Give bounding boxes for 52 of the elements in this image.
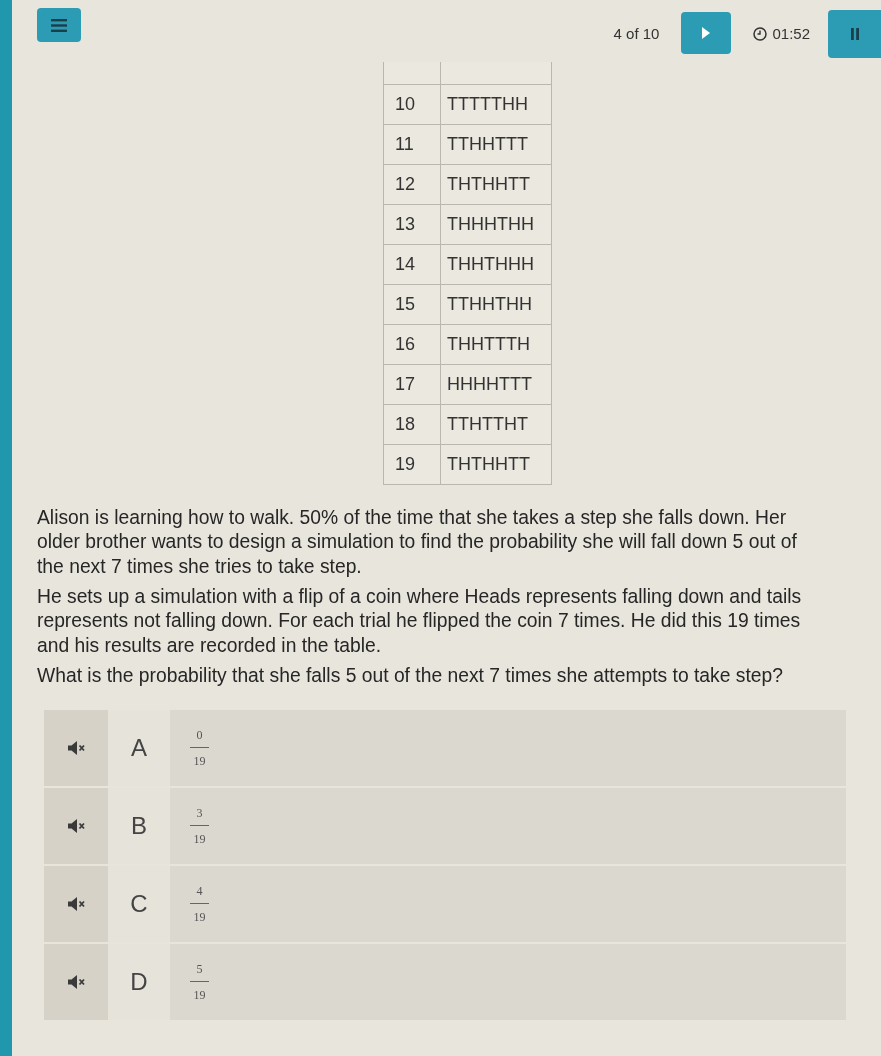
question-text: What is the probability that she falls 5 out of the next 7 times she attempts to take step? [37, 663, 784, 688]
denominator: 19 [193, 833, 206, 846]
denominator: 19 [193, 755, 206, 768]
question-counter: 4 of 10 [613, 24, 660, 44]
speaker-muted-icon [67, 819, 85, 834]
audio-button[interactable] [44, 710, 108, 787]
denominator: 19 [193, 911, 206, 924]
play-icon [702, 27, 711, 39]
clock-icon [753, 27, 768, 42]
speaker-muted-icon [67, 975, 85, 990]
table-cell: THTHHTT [440, 444, 552, 484]
table-cell: 15 [383, 284, 441, 324]
menu-icon [51, 18, 67, 32]
numerator: 0 [196, 729, 203, 742]
play-button[interactable] [681, 12, 732, 54]
answer-choice[interactable]: 5 19 [170, 944, 846, 1021]
table-cell: 17 [383, 364, 441, 404]
question-text: Alison is learning how to walk. 50% of the time that she takes a step she falls down. Her older brother wants to design a simulation to find the probability she will fall down 5 out of the next 7 times she tries to take step. [37, 505, 798, 579]
answer-choice[interactable]: 0 19 [170, 710, 846, 787]
table-cell: TTHHTTT [440, 124, 552, 164]
menu-button[interactable] [37, 8, 81, 42]
speaker-muted-icon [67, 741, 85, 756]
table-cell: HHHHTTT [440, 364, 552, 404]
numerator: 5 [196, 963, 203, 976]
table-cell: THTHHTT [440, 164, 552, 204]
audio-button[interactable] [44, 944, 108, 1021]
table-cell: 10 [383, 84, 441, 124]
numerator: 4 [196, 885, 203, 898]
table-cell: THHTHHH [440, 244, 552, 284]
table-cell: 19 [383, 444, 441, 484]
table-cell: TTHTTHT [440, 404, 552, 444]
table-cell: 18 [383, 404, 441, 444]
speaker-muted-icon [67, 897, 85, 912]
timer-text: 01:52 [772, 24, 810, 44]
table-cell: THHHTHH [440, 204, 552, 244]
table-cell: 16 [383, 324, 441, 364]
table-cell: 12 [383, 164, 441, 204]
table-cell: TTTTTHH [440, 84, 552, 124]
answer-choice[interactable]: 4 19 [170, 866, 846, 943]
table-cell: THHTTTH [440, 324, 552, 364]
pause-icon [850, 28, 859, 40]
pause-button[interactable] [828, 10, 881, 58]
table-cell: 11 [383, 124, 441, 164]
numerator: 3 [196, 807, 203, 820]
question-text: He sets up a simulation with a flip of a coin where Heads represents falling down and tails represents not falling down. For each trial he flipped the coin 7 times. He did this 19 times and his results are recorded in the table. [37, 584, 803, 658]
table-cell: TTHHTHH [440, 284, 552, 324]
denominator: 19 [193, 989, 206, 1002]
table-cell: 14 [383, 244, 441, 284]
table-cell: 13 [383, 204, 441, 244]
audio-button[interactable] [44, 788, 108, 865]
audio-button[interactable] [44, 866, 108, 943]
answer-choice[interactable]: 3 19 [170, 788, 846, 865]
